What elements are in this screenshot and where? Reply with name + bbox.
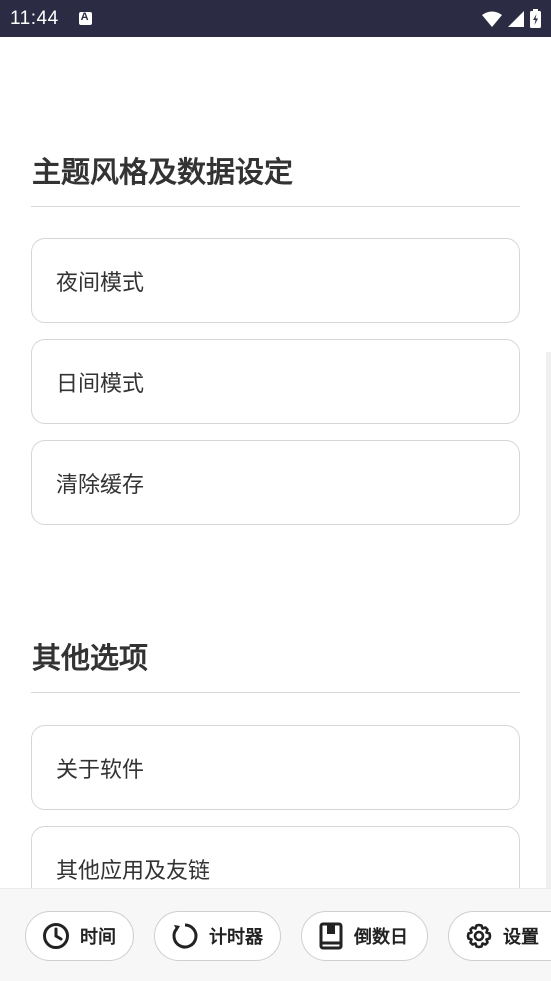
nav-tab-countdown[interactable]: 倒数日 — [301, 911, 428, 961]
refresh-icon — [171, 922, 199, 950]
section-divider — [31, 692, 520, 693]
clock-icon — [42, 922, 70, 950]
accessibility-notification-icon — [78, 11, 92, 25]
gear-icon — [465, 922, 493, 950]
clear-cache-option[interactable]: 清除缓存 — [31, 440, 520, 525]
book-icon — [318, 922, 344, 950]
nav-tab-label: 设置 — [503, 927, 539, 948]
section-divider — [31, 206, 520, 207]
nav-tab-timer[interactable]: 计时器 — [154, 911, 281, 961]
signal-icon — [508, 10, 524, 27]
bottom-nav: 时间 计时器 倒数日 设置 — [0, 888, 551, 981]
status-time: 11:44 — [10, 7, 59, 29]
nav-tab-label: 计时器 — [209, 927, 263, 948]
section-title-other: 其他选项 — [32, 641, 149, 675]
day-mode-option[interactable]: 日间模式 — [31, 339, 520, 424]
about-software-option[interactable]: 关于软件 — [31, 725, 520, 810]
nav-tab-label: 倒数日 — [354, 927, 408, 948]
status-icons — [482, 9, 541, 28]
nav-tab-settings[interactable]: 设置 — [448, 911, 551, 961]
wifi-icon — [482, 11, 502, 27]
battery-icon — [530, 9, 541, 28]
status-bar: 11:44 — [0, 0, 551, 37]
nav-tab-time[interactable]: 时间 — [25, 911, 134, 961]
night-mode-option[interactable]: 夜间模式 — [31, 238, 520, 323]
scrollbar[interactable] — [546, 352, 551, 892]
section-title-theme: 主题风格及数据设定 — [32, 155, 294, 189]
nav-tab-label: 时间 — [80, 927, 116, 948]
